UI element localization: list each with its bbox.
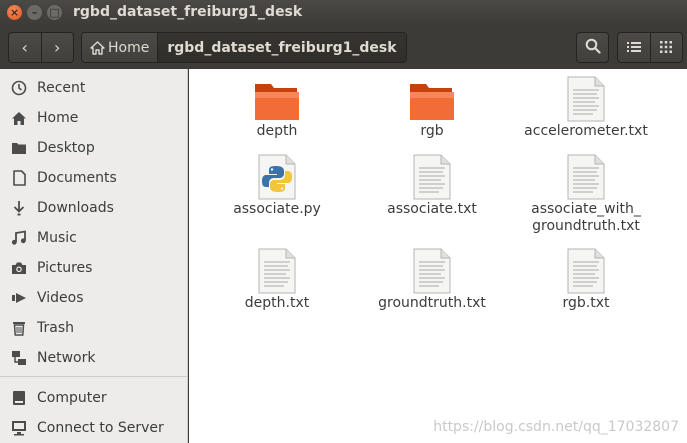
sidebar-item-label: Pictures xyxy=(37,260,93,276)
computer-icon xyxy=(9,390,29,406)
sidebar-item-documents[interactable]: Documents xyxy=(0,163,187,193)
file-item-associate-txt[interactable]: associate.txt xyxy=(367,152,497,218)
text-file-icon xyxy=(408,246,456,294)
sidebar-item-pictures[interactable]: Pictures xyxy=(0,253,187,283)
grid-view-icon xyxy=(660,38,673,57)
back-button[interactable]: ‹ xyxy=(9,33,41,62)
grid-view-button[interactable] xyxy=(649,33,683,62)
text-file-icon xyxy=(562,152,610,200)
sidebar-item-videos[interactable]: Videos xyxy=(0,283,187,313)
file-item-rgb-txt[interactable]: rgb.txt xyxy=(521,246,651,312)
file-name: accelerometer.txt xyxy=(524,123,648,139)
close-window-button[interactable]: × xyxy=(7,5,22,20)
file-name: associate_with_ groundtruth.txt xyxy=(531,201,641,234)
download-icon xyxy=(9,200,29,216)
music-icon xyxy=(9,230,29,246)
file-item-groundtruth-txt[interactable]: groundtruth.txt xyxy=(367,246,497,312)
sidebar-item-label: Downloads xyxy=(37,200,114,216)
file-view: depth rgb accelerometer.txt associate.py… xyxy=(189,69,687,443)
file-name: rgb xyxy=(420,123,444,139)
home-icon xyxy=(90,40,105,55)
network-icon xyxy=(9,350,29,366)
sidebar-item-label: Network xyxy=(37,350,96,366)
sidebar-item-desktop[interactable]: Desktop xyxy=(0,133,187,163)
sidebar-item-label: Home xyxy=(37,110,79,126)
search-icon xyxy=(585,38,601,58)
sidebar-item-label: Desktop xyxy=(37,140,95,156)
toolbar: ‹ › Home rgbd_dataset_freiburg1_desk xyxy=(0,26,687,69)
watermark: https://blog.csdn.net/qq_17032807 xyxy=(433,419,679,435)
sidebar-item-label: Documents xyxy=(37,170,117,186)
sidebar-item-label: Recent xyxy=(37,80,86,96)
text-file-icon xyxy=(253,246,301,294)
sidebar-item-music[interactable]: Music xyxy=(0,223,187,253)
sidebar-item-label: Trash xyxy=(37,320,74,336)
file-item-depth-txt[interactable]: depth.txt xyxy=(212,246,342,312)
server-icon xyxy=(9,420,29,436)
sidebar-item-downloads[interactable]: Downloads xyxy=(0,193,187,223)
breadcrumb-home[interactable]: Home xyxy=(82,33,158,62)
sidebar-item-label: Music xyxy=(37,230,77,246)
sidebar-item-recent[interactable]: Recent xyxy=(0,73,187,103)
breadcrumb-current-folder[interactable]: rgbd_dataset_freiburg1_desk xyxy=(157,33,406,62)
sidebar: Recent Home Desktop Documents Downloads … xyxy=(0,69,188,443)
camera-icon xyxy=(9,261,29,275)
list-view-button[interactable] xyxy=(618,33,650,62)
sidebar-separator xyxy=(0,376,187,377)
window-title: rgbd_dataset_freiburg1_desk xyxy=(73,4,303,20)
breadcrumb-home-label: Home xyxy=(108,39,150,56)
file-name: rgb.txt xyxy=(562,295,610,311)
sidebar-item-connect-to-server[interactable]: Connect to Server xyxy=(0,413,187,443)
breadcrumb-current-label: rgbd_dataset_freiburg1_desk xyxy=(167,39,397,56)
file-item-depth[interactable]: depth xyxy=(212,74,342,140)
video-icon xyxy=(9,292,29,304)
file-item-rgb[interactable]: rgb xyxy=(367,74,497,140)
chevron-right-icon: › xyxy=(54,38,61,57)
file-name: depth xyxy=(256,123,298,139)
breadcrumb: Home rgbd_dataset_freiburg1_desk xyxy=(81,32,407,63)
sidebar-item-label: Connect to Server xyxy=(37,420,164,436)
sidebar-item-label: Computer xyxy=(37,390,107,406)
sidebar-item-network[interactable]: Network xyxy=(0,343,187,373)
view-mode-buttons xyxy=(617,32,683,63)
clock-icon xyxy=(9,80,29,96)
minimize-window-button[interactable]: – xyxy=(27,5,42,20)
forward-button[interactable]: › xyxy=(40,33,74,62)
maximize-window-button[interactable]: □ xyxy=(47,5,62,20)
navigation-buttons: ‹ › xyxy=(8,32,74,63)
text-file-icon xyxy=(408,152,456,200)
document-icon xyxy=(9,170,29,186)
text-file-icon xyxy=(562,246,610,294)
sidebar-item-label: Videos xyxy=(37,290,84,306)
list-view-icon xyxy=(626,38,641,57)
sidebar-item-computer[interactable]: Computer xyxy=(0,383,187,413)
file-item-accelerometer-txt[interactable]: accelerometer.txt xyxy=(521,74,651,140)
file-name: depth.txt xyxy=(244,295,310,311)
trash-icon xyxy=(9,320,29,336)
chevron-left-icon: ‹ xyxy=(21,38,28,57)
text-file-icon xyxy=(562,74,610,122)
sidebar-item-trash[interactable]: Trash xyxy=(0,313,187,343)
python-file-icon xyxy=(253,152,301,200)
folder-icon xyxy=(253,74,301,122)
file-name: associate.py xyxy=(233,201,321,217)
file-item-associate-with-groundtruth-txt[interactable]: associate_with_ groundtruth.txt xyxy=(521,152,651,235)
home-icon xyxy=(9,111,29,126)
sidebar-item-home[interactable]: Home xyxy=(0,103,187,133)
file-name: groundtruth.txt xyxy=(378,295,486,311)
folder-icon xyxy=(408,74,456,122)
title-bar: × – □ rgbd_dataset_freiburg1_desk xyxy=(0,0,687,26)
file-name: associate.txt xyxy=(387,201,477,217)
folder-icon xyxy=(9,141,29,155)
file-item-associate-py[interactable]: associate.py xyxy=(212,152,342,218)
search-button[interactable] xyxy=(576,32,609,63)
